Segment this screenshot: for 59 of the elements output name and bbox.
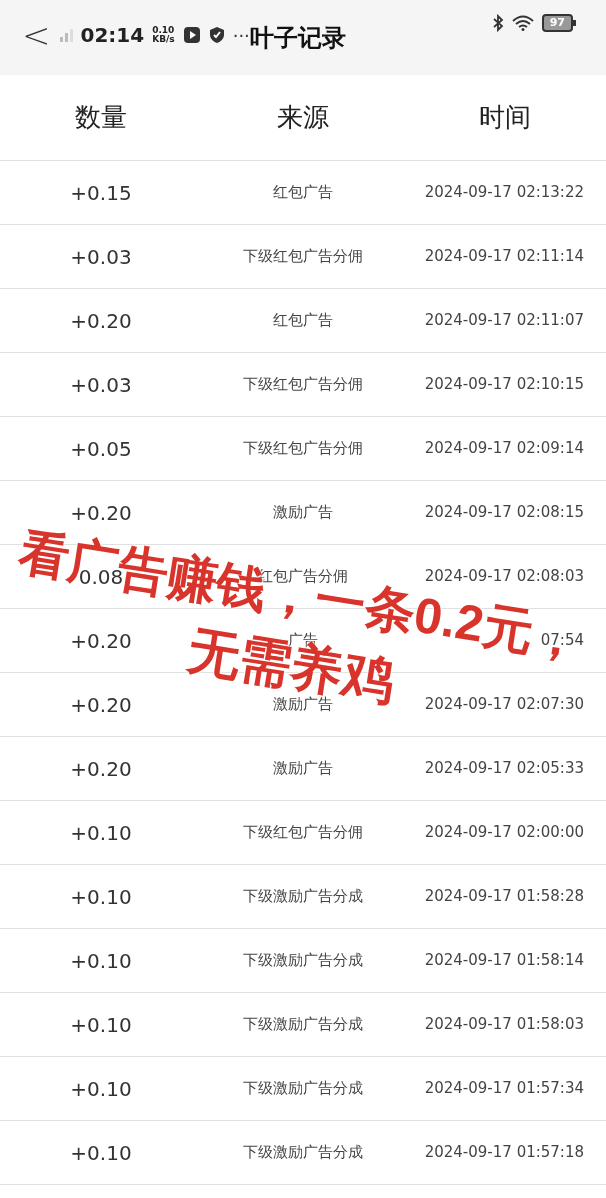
amount-cell-text: +0.10	[70, 1139, 132, 1167]
amount-cell-text: +0.10	[70, 883, 132, 911]
amount-cell-text: +0.10	[70, 1075, 132, 1103]
source-cell-text: 下级红包广告分佣	[243, 374, 363, 396]
source-cell-text: 下级激励广告分成	[243, 1142, 363, 1164]
source-cell-text: 激励广告	[273, 502, 333, 524]
amount-cell-text: +0.20	[70, 691, 132, 719]
amount-cell-text: +0.20	[70, 755, 132, 783]
time-cell-text: 2024-09-17 02:11:07	[424, 310, 584, 332]
amount-cell-text: +0.03	[70, 371, 132, 399]
time-cell-text: 2024-09-17 01:58:03	[424, 1014, 584, 1036]
source-cell-text: 下级红包广告分佣	[243, 246, 363, 268]
network-speed-unit: KB/s	[152, 35, 175, 44]
amount-cell-text: +0.03	[70, 243, 132, 271]
amount-cell-text: +0.05	[70, 435, 132, 463]
back-button[interactable]: <	[22, 18, 51, 52]
time-cell-text: 2024-09-17 02:08:15	[424, 502, 584, 524]
source-cell-text: 激励广告	[273, 758, 333, 780]
source-cell-text: 下级激励广告分成	[243, 1078, 363, 1100]
time-cell-text: 2024-09-17 01:58:28	[424, 886, 584, 908]
wifi-icon	[511, 15, 534, 31]
source-cell-text: 下级激励广告分成	[243, 950, 363, 972]
amount-cell-text: +0.10	[70, 819, 132, 847]
page-title: 叶子记录	[250, 23, 346, 54]
amount-cell-text: +0.20	[70, 307, 132, 335]
source-cell-text: 下级红包广告分佣	[243, 822, 363, 844]
bluetooth-icon	[491, 14, 504, 32]
time-cell-text: 2024-09-17 01:57:34	[424, 1078, 584, 1100]
column-header: 时间	[478, 101, 532, 134]
more-indicator: ···	[232, 23, 250, 46]
time-cell-text: 2024-09-17 01:58:14	[424, 950, 584, 972]
time-cell-text: 2024-09-17 02:08:03	[424, 566, 584, 588]
amount-cell-text: +0.20	[70, 627, 132, 655]
amount-cell-text: +0.10	[70, 1011, 132, 1039]
source-cell-text: 红包广告	[273, 182, 333, 204]
source-cell-text: 红包广告	[273, 310, 333, 332]
time-cell-text: 2024-09-17 02:09:14	[424, 438, 584, 460]
play-icon	[182, 26, 201, 44]
network-speed: 0.10	[152, 26, 175, 35]
signal-icon	[58, 28, 73, 42]
amount-cell-text: +0.20	[70, 499, 132, 527]
amount-cell-text: +0.15	[70, 179, 132, 207]
source-cell-text: 下级激励广告分成	[243, 886, 363, 908]
time-cell-text: 2024-09-17 02:13:22	[424, 182, 584, 204]
time-cell-text: 2024-09-17 02:00:00	[424, 822, 584, 844]
source-cell-text: 激励广告	[273, 695, 333, 716]
time-cell-text: 2024-09-17 02:05:33	[424, 758, 584, 780]
source-cell-text: 下级激励广告分成	[243, 1014, 363, 1036]
column-header: 数量	[74, 101, 128, 134]
amount-cell-text: +0.10	[70, 947, 132, 975]
status-time: 02:14	[80, 22, 145, 49]
source-cell-text: 下级红包广告分佣	[243, 438, 363, 460]
time-cell-text: 2024-09-17 02:07:30	[424, 694, 584, 716]
time-cell-text: 2024-09-17 02:11:14	[424, 246, 584, 268]
shield-icon	[208, 26, 225, 44]
time-cell-text: 2024-09-17 01:57:18	[424, 1142, 584, 1164]
battery-indicator: 97	[541, 14, 573, 32]
column-header: 来源	[276, 101, 330, 134]
time-cell-text: 2024-09-17 02:10:15	[424, 374, 584, 396]
